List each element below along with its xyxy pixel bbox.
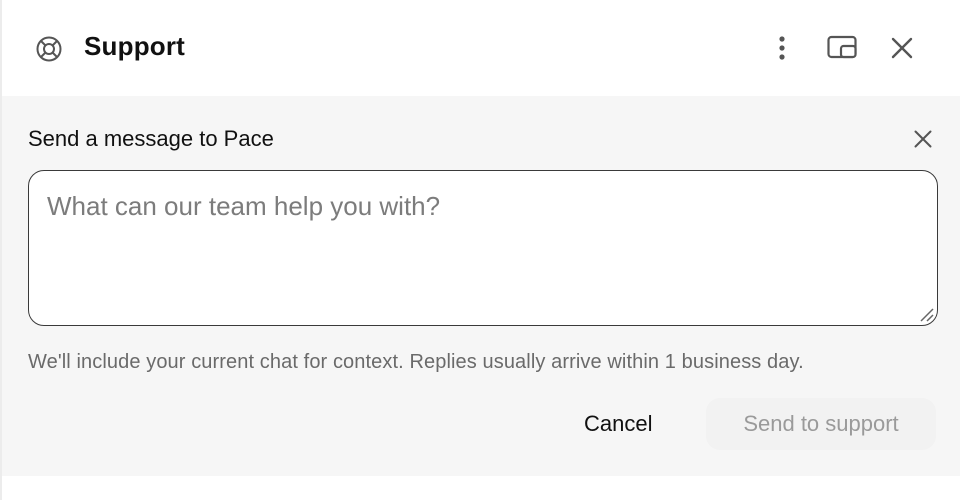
close-icon [891,37,913,59]
close-window-button[interactable] [882,28,922,68]
cancel-button[interactable]: Cancel [568,402,668,446]
popout-window-icon [827,35,857,59]
popout-button[interactable] [822,28,862,68]
lifebuoy-icon [36,36,62,62]
support-header: Support [2,0,960,96]
send-to-support-button[interactable]: Send to support [706,398,936,450]
context-hint: We'll include your current chat for cont… [28,351,804,373]
page-title: Support [84,31,186,61]
close-icon [914,130,932,148]
more-options-button[interactable] [762,28,802,68]
message-panel: Send a message to Pace We'll include you… [2,96,960,476]
panel-title: Send a message to Pace [28,126,274,151]
support-window: Support Send a message to Pace What can … [0,0,960,500]
vertical-ellipsis-icon [779,36,785,60]
message-input[interactable] [28,170,938,326]
footer-strip [2,476,960,500]
close-panel-button[interactable] [908,124,938,154]
